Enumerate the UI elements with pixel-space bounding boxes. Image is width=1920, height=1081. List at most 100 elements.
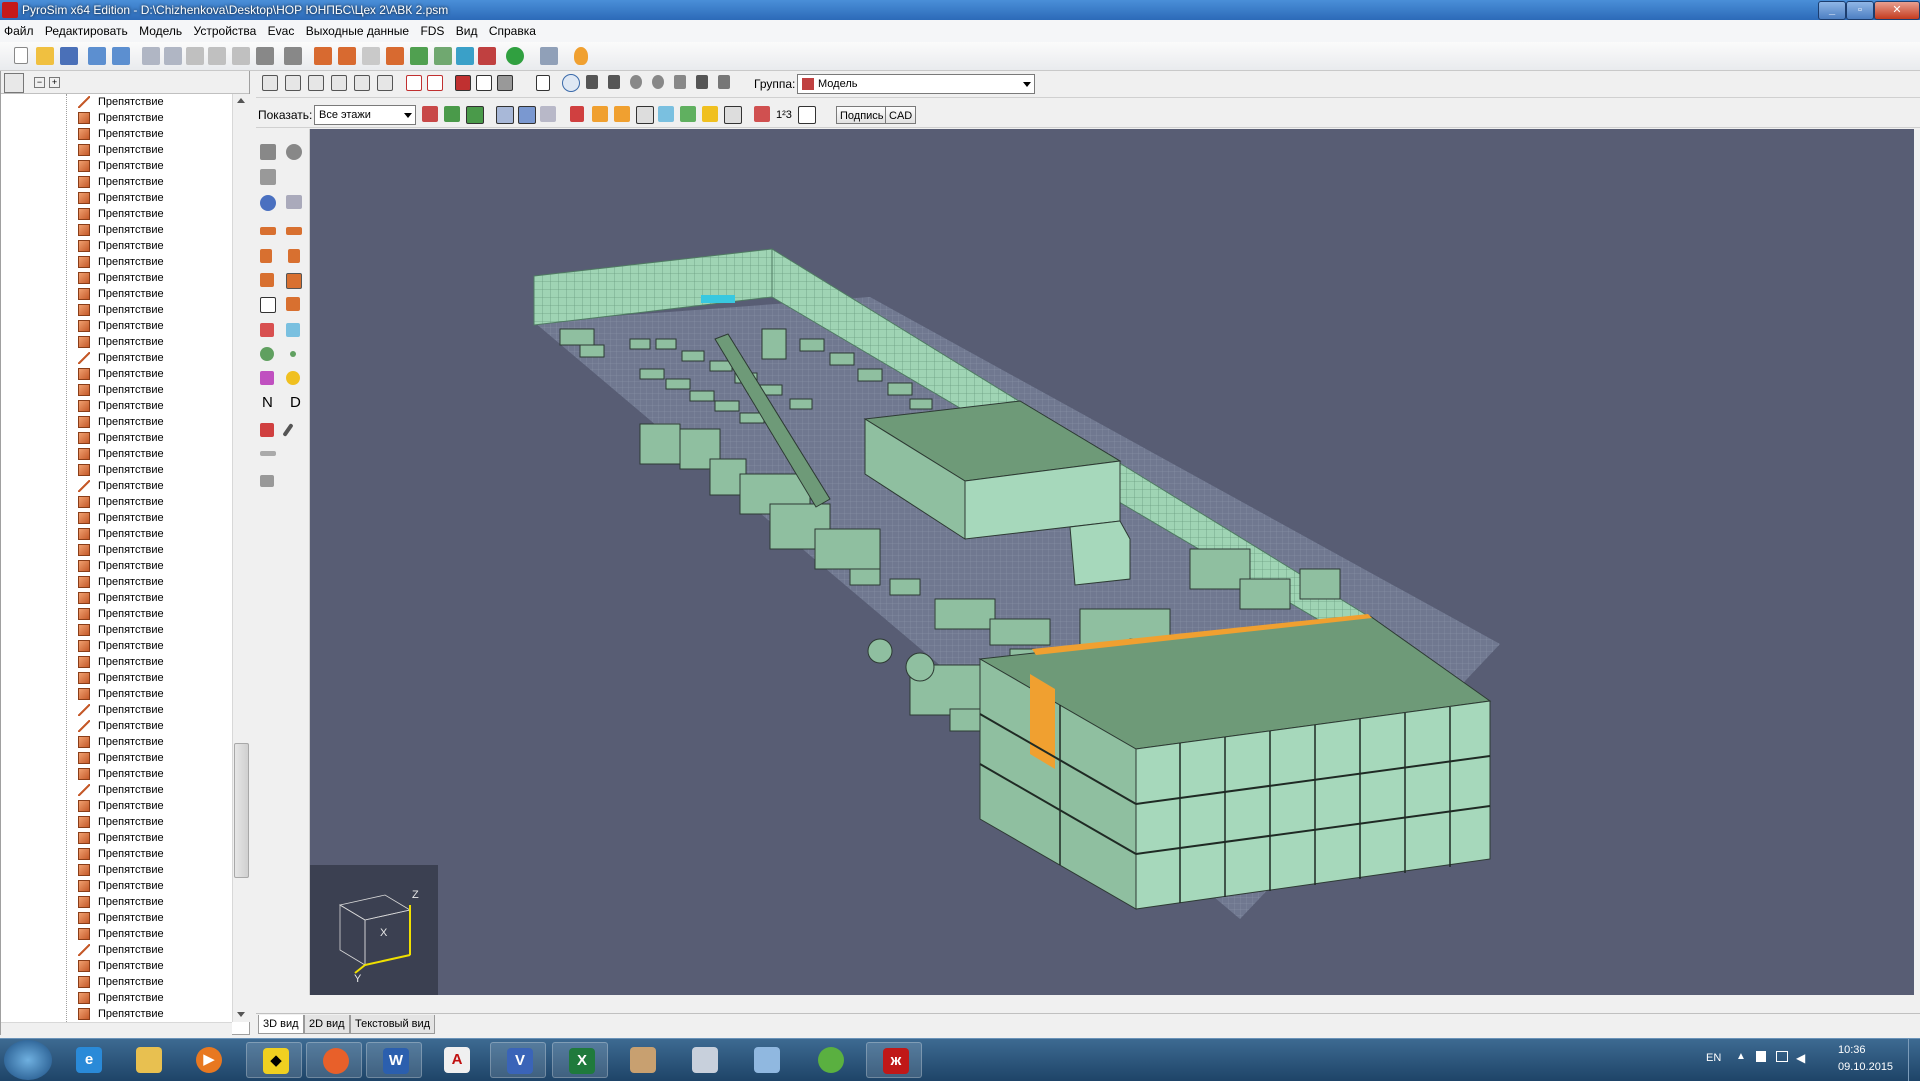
start-button[interactable] xyxy=(4,1040,52,1080)
scroll-down-icon[interactable] xyxy=(237,1012,245,1017)
tree-item-obstruction[interactable]: Препятствие xyxy=(78,542,228,558)
draw-d-button[interactable]: D xyxy=(290,394,301,411)
tree-item-obstruction[interactable]: Препятствие xyxy=(78,238,228,254)
tree-item-obstruction[interactable]: Препятствие xyxy=(78,270,228,286)
text-tool-icon[interactable] xyxy=(456,47,474,65)
draw-room-icon[interactable] xyxy=(260,273,274,287)
tree-item-obstruction[interactable]: Препятствие xyxy=(78,846,228,862)
results-icon[interactable] xyxy=(540,47,558,65)
collapse-all-icon[interactable]: − xyxy=(34,77,45,88)
vent-tool-icon[interactable] xyxy=(362,47,380,65)
draw-door-icon[interactable] xyxy=(260,323,274,337)
view-right-icon[interactable] xyxy=(331,75,347,91)
tree-item-obstruction[interactable]: Препятствие xyxy=(78,878,228,894)
stop-icon[interactable] xyxy=(284,47,302,65)
tree-item-obstruction[interactable]: Препятствие xyxy=(78,222,228,238)
minimize-button[interactable]: _ xyxy=(1818,1,1846,20)
tree-item-obstruction[interactable]: Препятствие xyxy=(78,622,228,638)
grid-icon[interactable] xyxy=(696,75,708,89)
language-indicator[interactable]: EN xyxy=(1706,1052,1721,1064)
show-heat-icon[interactable] xyxy=(724,106,742,124)
tree-item-obstruction[interactable]: Препятствие xyxy=(78,382,228,398)
tab-text-view[interactable]: Текстовый вид xyxy=(350,1015,436,1034)
tree-item-obstruction[interactable]: Препятствие xyxy=(78,254,228,270)
flame-icon[interactable] xyxy=(574,47,588,65)
tree-item-obstruction[interactable]: Препятствие xyxy=(78,734,228,750)
wireframe-icon[interactable] xyxy=(406,75,422,91)
crosshair-icon[interactable] xyxy=(674,75,686,89)
obstruction-tool-icon[interactable] xyxy=(314,47,332,65)
tree-item-obstruction[interactable]: Препятствие xyxy=(78,638,228,654)
chevron-up-icon[interactable]: ▲ xyxy=(1736,1051,1746,1062)
tree-item-obstruction[interactable]: Препятствие xyxy=(78,94,228,110)
tree-item-obstruction[interactable]: Препятствие xyxy=(78,590,228,606)
view-bottom-icon[interactable] xyxy=(377,75,393,91)
network-icon[interactable] xyxy=(1776,1051,1788,1062)
tree-item-obstruction[interactable]: Препятствие xyxy=(78,510,228,526)
draw-slab-icon[interactable] xyxy=(260,227,276,235)
mesh-tool-icon[interactable] xyxy=(410,47,428,65)
zoom-box-icon[interactable] xyxy=(652,75,664,89)
texture-render-icon[interactable] xyxy=(497,75,513,91)
fit-view-icon[interactable] xyxy=(718,75,730,89)
view-left-icon[interactable] xyxy=(308,75,324,91)
tree-item-obstruction[interactable]: Препятствие xyxy=(78,926,228,942)
draw-point-icon[interactable] xyxy=(290,351,296,357)
volume-icon[interactable]: ◀ xyxy=(1796,1051,1805,1065)
taskbar-calculator[interactable] xyxy=(676,1042,732,1078)
3d-viewport[interactable] xyxy=(310,129,1914,995)
scroll-up-icon[interactable] xyxy=(237,98,245,103)
cut-icon[interactable] xyxy=(186,47,204,65)
show-holes-icon[interactable] xyxy=(540,106,556,122)
taskbar-display-app[interactable] xyxy=(738,1042,794,1078)
rotate-tool-icon[interactable] xyxy=(286,144,302,160)
hole-tool-icon[interactable] xyxy=(338,47,356,65)
roam-icon[interactable] xyxy=(586,75,598,89)
taskbar-media-player[interactable]: ▶ xyxy=(180,1042,236,1078)
mesh-grid-icon[interactable] xyxy=(286,195,302,209)
solid-render-icon[interactable] xyxy=(455,75,471,91)
tab-2d-view[interactable]: 2D вид xyxy=(304,1015,350,1034)
orbit-icon[interactable] xyxy=(562,74,580,92)
tree-item-obstruction[interactable]: Препятствие xyxy=(78,142,228,158)
tree-item-obstruction[interactable]: Препятствие xyxy=(78,958,228,974)
taskbar-internet-explorer[interactable]: e xyxy=(60,1042,116,1078)
filter-icon[interactable] xyxy=(4,73,24,93)
draw-ramp-icon[interactable] xyxy=(286,297,300,311)
menu-file[interactable]: Файл xyxy=(0,20,38,42)
draw-n-button[interactable]: N xyxy=(262,394,273,411)
redo-icon[interactable] xyxy=(164,47,182,65)
tree-item-obstruction[interactable]: Препятствие xyxy=(78,334,228,350)
tree-item-obstruction[interactable]: Препятствие xyxy=(78,942,228,958)
tree-item-obstruction[interactable]: Препятствие xyxy=(78,798,228,814)
tree-item-obstruction[interactable]: Препятствие xyxy=(78,1006,228,1022)
smooth-render-icon[interactable] xyxy=(476,75,492,91)
tree-item-obstruction[interactable]: Препятствие xyxy=(78,718,228,734)
show-vents-icon[interactable] xyxy=(570,106,584,122)
orbit-tool-icon[interactable] xyxy=(260,144,276,160)
tree-item-obstruction[interactable]: Препятствие xyxy=(78,414,228,430)
tree-item-obstruction[interactable]: Препятствие xyxy=(78,814,228,830)
delete-icon[interactable] xyxy=(256,47,274,65)
save-icon[interactable] xyxy=(60,47,78,65)
tree-item-obstruction[interactable]: Препятствие xyxy=(78,494,228,510)
zoom-icon[interactable] xyxy=(630,75,642,89)
menu-devices[interactable]: Устройства xyxy=(190,20,261,42)
eyedropper-icon[interactable] xyxy=(282,423,294,437)
tree-item-obstruction[interactable]: Препятствие xyxy=(78,318,228,334)
tree-item-obstruction[interactable]: Препятствие xyxy=(78,910,228,926)
show-meshes-icon[interactable] xyxy=(496,106,514,124)
group-dropdown[interactable]: Модель xyxy=(797,74,1035,94)
menu-fds[interactable]: FDS xyxy=(416,20,448,42)
tree-item-obstruction[interactable]: Препятствие xyxy=(78,766,228,782)
tree-item-obstruction[interactable]: Препятствие xyxy=(78,894,228,910)
show-desktop-button[interactable] xyxy=(1908,1039,1920,1081)
close-button[interactable]: ✕ xyxy=(1874,1,1920,20)
tree-item-obstruction[interactable]: Препятствие xyxy=(78,558,228,574)
tab-3d-view[interactable]: 3D вид xyxy=(258,1015,304,1034)
taskbar-word[interactable]: W xyxy=(366,1042,422,1078)
menu-evac[interactable]: Evac xyxy=(264,20,299,42)
floor-manager-icon[interactable] xyxy=(422,106,438,122)
draw-device-icon[interactable] xyxy=(260,371,274,385)
tree-item-obstruction[interactable]: Препятствие xyxy=(78,286,228,302)
